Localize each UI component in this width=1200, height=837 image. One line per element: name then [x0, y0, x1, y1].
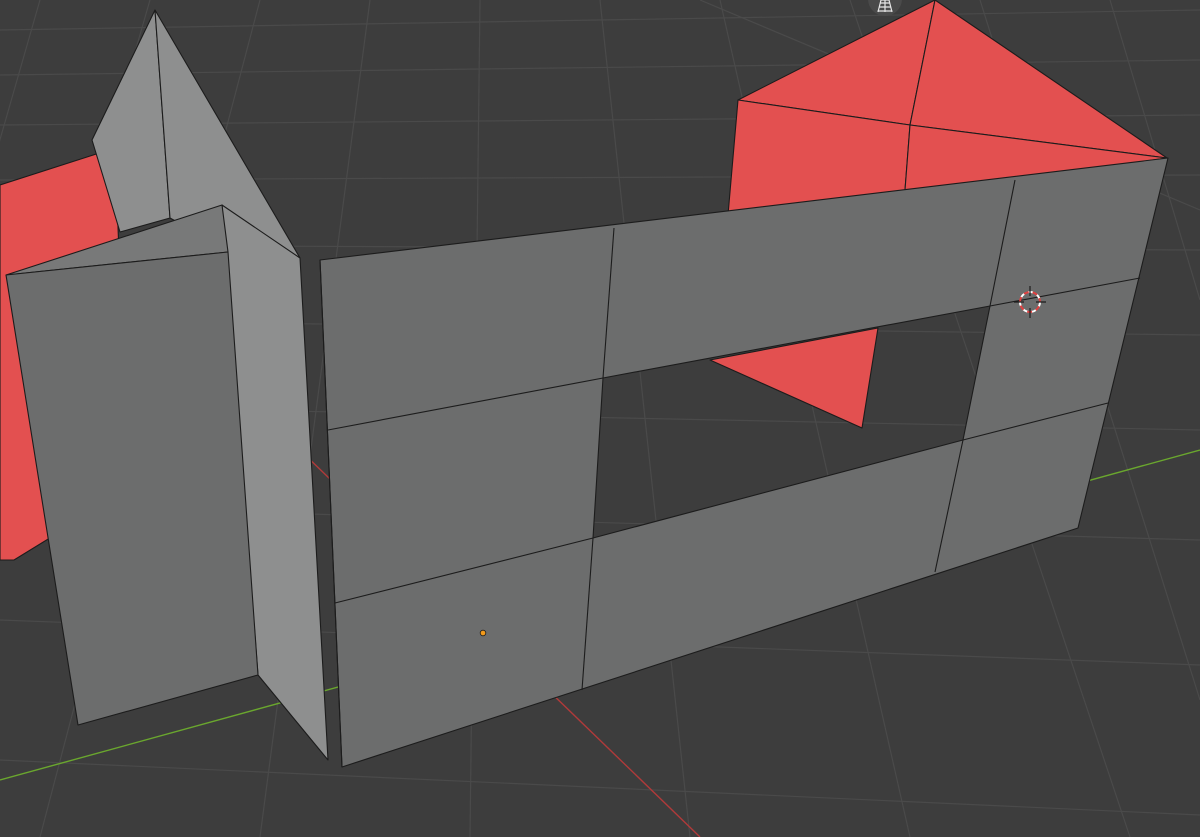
grid-perspective-glyph	[877, 0, 893, 13]
3d-viewport[interactable]	[0, 0, 1200, 837]
viewport-canvas[interactable]	[0, 0, 1200, 837]
object-origin-dot	[479, 629, 487, 637]
